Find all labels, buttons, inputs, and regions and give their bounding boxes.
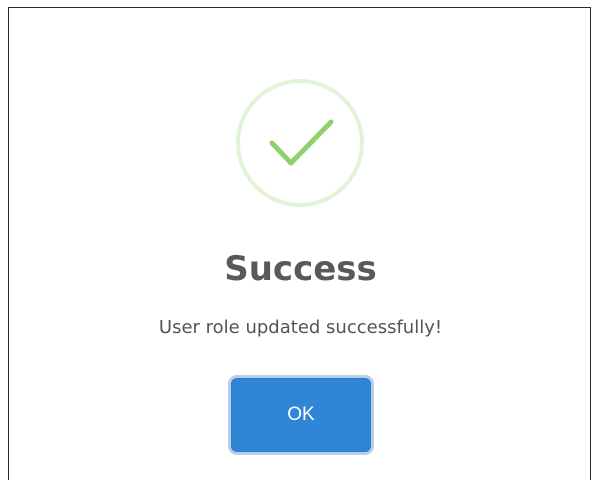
ok-button[interactable]: OK	[231, 378, 371, 452]
success-dialog: Success User role updated successfully! …	[8, 7, 591, 480]
dialog-message: User role updated successfully!	[158, 317, 443, 338]
checkmark-icon	[269, 119, 334, 166]
dialog-title: Success	[224, 249, 377, 289]
check-circle-icon	[236, 79, 364, 207]
